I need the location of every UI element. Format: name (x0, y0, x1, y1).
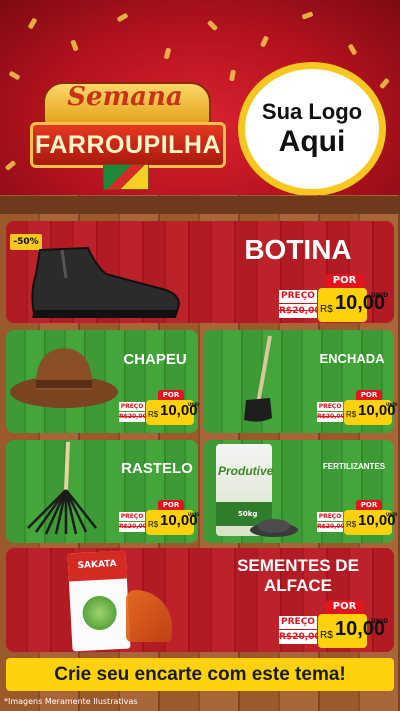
price-preco-label: PREÇO (119, 512, 145, 521)
price-currency: R$ (148, 410, 159, 419)
price-preco-label: PREÇO (317, 402, 343, 411)
campaign-title-line2: FARROUPILHA (30, 122, 226, 168)
product-name-enchada: ENCHADA (319, 351, 385, 366)
product-name-chapeu: CHAPEU (123, 351, 187, 368)
price-currency: R$ (346, 520, 357, 529)
price-por-label: POR (158, 500, 184, 510)
price-unit: UNID (371, 618, 389, 625)
confetti (116, 12, 129, 23)
confetti (70, 39, 79, 52)
wood-beam (0, 196, 400, 214)
logo-placeholder[interactable]: Sua Logo Aqui (238, 62, 386, 196)
price-unit: UNID (386, 402, 398, 407)
price-preco-label: PREÇO (119, 402, 145, 411)
old-price: R$20,00 (279, 630, 321, 644)
flag-icon (103, 164, 149, 190)
old-price: R$20,00 (119, 412, 147, 422)
old-price: R$20,00 (317, 522, 345, 532)
product-name-sementes-line2: ALFACE (264, 576, 332, 595)
product-name-fertilizantes: FERTILIZANTES (322, 462, 386, 471)
cta-banner[interactable]: Crie seu encarte com este tema! (6, 658, 394, 691)
price-unit: UNID (188, 402, 200, 407)
price-por-label: POR (356, 500, 382, 510)
soil-pile-icon (250, 519, 298, 537)
price-preco-label: PREÇO (279, 616, 317, 629)
confetti (301, 11, 314, 20)
hoe-icon (244, 335, 272, 422)
seed-packet: SAKATA (67, 550, 131, 652)
campaign-logo: Semana FARROUPILHA (25, 70, 226, 190)
confetti (27, 17, 38, 30)
confetti (163, 47, 172, 60)
confetti (4, 160, 17, 171)
price-unit: UNID (386, 512, 398, 517)
price-por-label: POR (326, 600, 363, 614)
old-price: R$20,00 (119, 522, 147, 532)
product-name-botina: BOTINA (244, 234, 352, 265)
footnote: *Imagens Meramente Ilustrativas (4, 697, 138, 706)
price-unit: UNID (188, 512, 200, 517)
price-currency: R$ (320, 630, 333, 641)
boot-icon (31, 246, 180, 318)
hat-icon (10, 348, 118, 408)
rake-icon (27, 441, 97, 535)
old-price: R$20,00 (279, 304, 321, 318)
confetti (347, 43, 358, 56)
old-price: R$20,00 (317, 412, 345, 422)
campaign-title-line1: Semana (67, 82, 183, 112)
confetti (206, 19, 219, 32)
fertilizer-brand: Produtive (218, 464, 274, 478)
price-por-label: POR (326, 274, 363, 288)
price-currency: R$ (148, 520, 159, 529)
price-unit: UNID (371, 292, 389, 299)
confetti (229, 69, 236, 82)
price-preco-label: PREÇO (317, 512, 343, 521)
price-preco-label: PREÇO (279, 290, 317, 303)
header: Semana FARROUPILHA Sua Logo Aqui (0, 0, 400, 205)
confetti (259, 35, 270, 48)
logo-placeholder-line1: Sua Logo (261, 99, 363, 124)
confetti (8, 70, 21, 81)
price-por-label: POR (356, 390, 382, 400)
price-currency: R$ (320, 304, 333, 315)
product-name-sementes-line1: SEMENTES DE (237, 556, 359, 575)
price-currency: R$ (346, 410, 357, 419)
price-por-label: POR (158, 390, 184, 400)
logo-placeholder-line2: Aqui (278, 125, 346, 158)
confetti (379, 77, 390, 90)
product-name-rastelo: RASTELO (121, 460, 193, 477)
